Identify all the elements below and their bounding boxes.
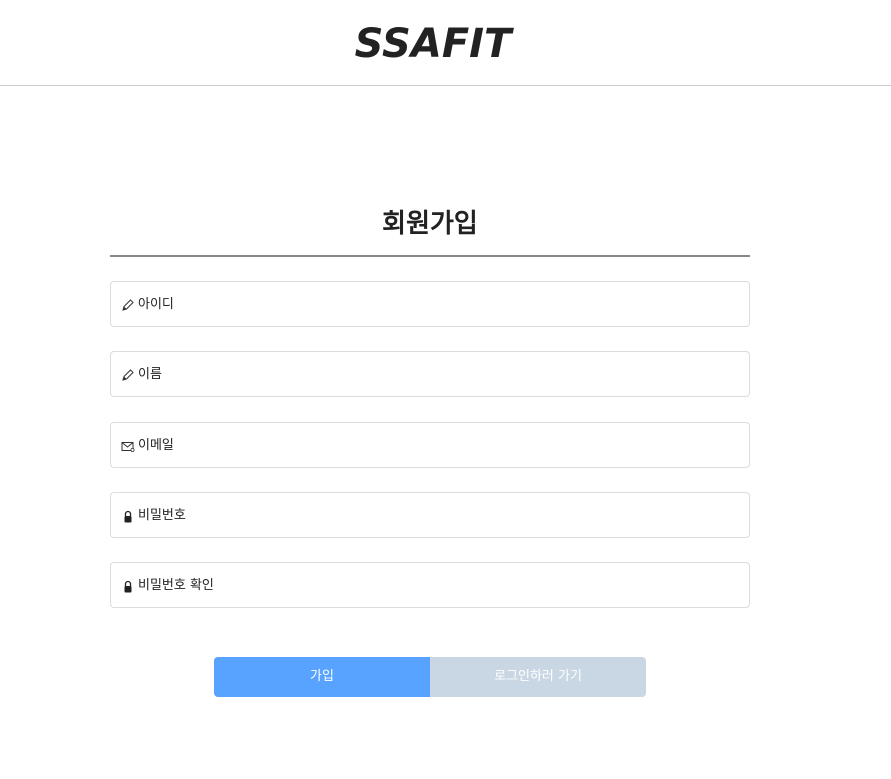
password-confirm-input[interactable]: [138, 563, 738, 607]
lock-icon: [121, 508, 135, 523]
site-logo[interactable]: SSAFIT: [0, 18, 866, 70]
password-input[interactable]: [138, 493, 738, 537]
password-confirm-field[interactable]: [110, 562, 750, 608]
pencil-icon: [121, 367, 135, 381]
envelope-icon: [121, 438, 135, 452]
go-to-login-button[interactable]: 로그인하러 가기: [430, 657, 646, 697]
name-field[interactable]: [110, 351, 750, 397]
pencil-icon: [121, 297, 135, 311]
lock-icon: [121, 578, 135, 593]
email-input[interactable]: [138, 423, 738, 467]
header-bar: SSAFIT: [0, 0, 891, 86]
id-field[interactable]: [110, 281, 750, 327]
name-input[interactable]: [138, 352, 738, 396]
id-input[interactable]: [138, 282, 738, 326]
title-divider: [110, 255, 750, 257]
button-group: 가입 로그인하러 가기: [214, 657, 646, 697]
page-title: 회원가입: [382, 209, 478, 239]
join-button[interactable]: 가입: [214, 657, 430, 697]
email-field[interactable]: [110, 422, 750, 468]
password-field[interactable]: [110, 492, 750, 538]
